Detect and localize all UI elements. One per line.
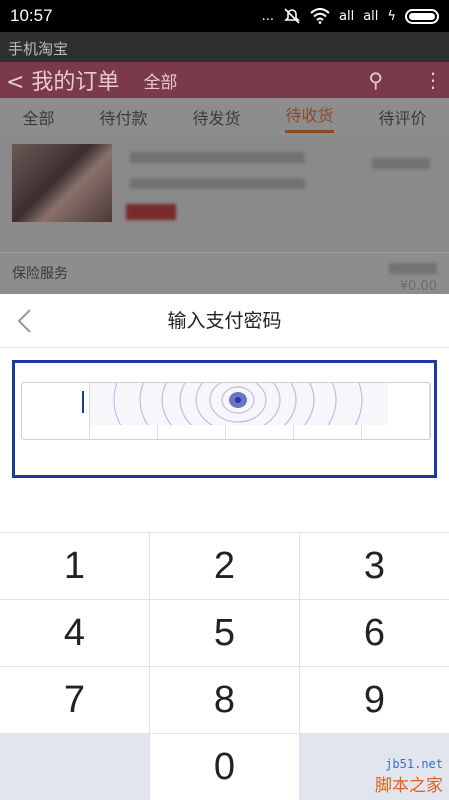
blurred-product-name [130,152,305,163]
key-4[interactable]: 4 [0,600,150,666]
chevron-left-icon[interactable] [14,308,38,334]
order-tabs: 全部 待付款 待发货 待收货 待评价 [0,98,449,136]
order-filter: 全部 [143,72,178,93]
key-9[interactable]: 9 [300,667,449,733]
key-7[interactable]: 7 [0,667,150,733]
tab-pending-payment: 待付款 [99,109,148,128]
numeric-keypad: 1 2 3 4 5 6 7 8 9 0 [0,532,449,800]
insurance-row: 保险服务 ¥0.00 [0,252,449,294]
keypad-row: 7 8 9 [0,667,449,734]
signal-icon: all [339,8,355,24]
password-input[interactable] [21,382,431,440]
more-vert-icon: ⋮ [423,68,443,92]
product-thumbnail [12,144,112,222]
sheet-title: 输入支付密码 [167,310,282,332]
key-8[interactable]: 8 [150,667,300,733]
insurance-label: 保险服务 [12,266,68,282]
tab-all: 全部 [22,109,55,128]
key-0[interactable]: 0 [150,734,300,800]
tab-pending-shipment: 待发货 [192,109,241,128]
key-5[interactable]: 5 [150,600,300,666]
status-bar: 10:57 ... all all ϟ [0,0,449,32]
blurred-product-spec [130,178,305,189]
sheet-header: 输入支付密码 [0,294,449,348]
key-delete[interactable] [300,734,449,800]
key-3[interactable]: 3 [300,533,449,599]
signal-icon-2: all [363,8,379,24]
order-header: < 我的订单 全部 ⚲ ⋮ [0,62,449,98]
tab-pending-receipt: 待收货 [285,102,334,133]
text-cursor [82,391,84,413]
mute-icon [284,8,300,24]
key-blank-left [0,734,150,800]
background-order-page: < 我的订单 全部 ⚲ ⋮ 全部 待付款 待发货 待收货 待评价 保险服务 ¥0… [0,62,449,294]
keypad-row: 0 [0,734,449,800]
password-highlight-frame [12,360,437,478]
wifi-icon [310,8,330,24]
blurred-product-tag [126,204,176,220]
order-item [0,136,449,228]
keypad-row: 4 5 6 [0,600,449,667]
password-digit-1 [22,383,90,439]
status-icons: ... all all ϟ [262,8,439,24]
blurred-product-price [372,158,430,169]
payment-password-sheet: 输入支付密码 1 2 3 4 5 6 7 8 9 0 jb51.net 脚本之家 [0,294,449,800]
blurred-insurance-value [389,263,437,274]
clock: 10:57 [10,6,53,25]
key-1[interactable]: 1 [0,533,150,599]
keypad-row: 1 2 3 [0,533,449,600]
obscured-swirl-overlay [90,383,388,425]
search-icon: ⚲ [368,68,383,92]
insurance-price: ¥0.00 [399,279,437,294]
order-page-title: < 我的订单 [6,70,120,95]
app-title: 手机淘宝 [0,32,449,62]
charging-icon: ϟ [387,8,396,24]
key-6[interactable]: 6 [300,600,449,666]
key-2[interactable]: 2 [150,533,300,599]
tab-pending-review: 待评价 [378,109,427,128]
battery-icon [405,8,439,24]
more-icon: ... [261,8,275,24]
